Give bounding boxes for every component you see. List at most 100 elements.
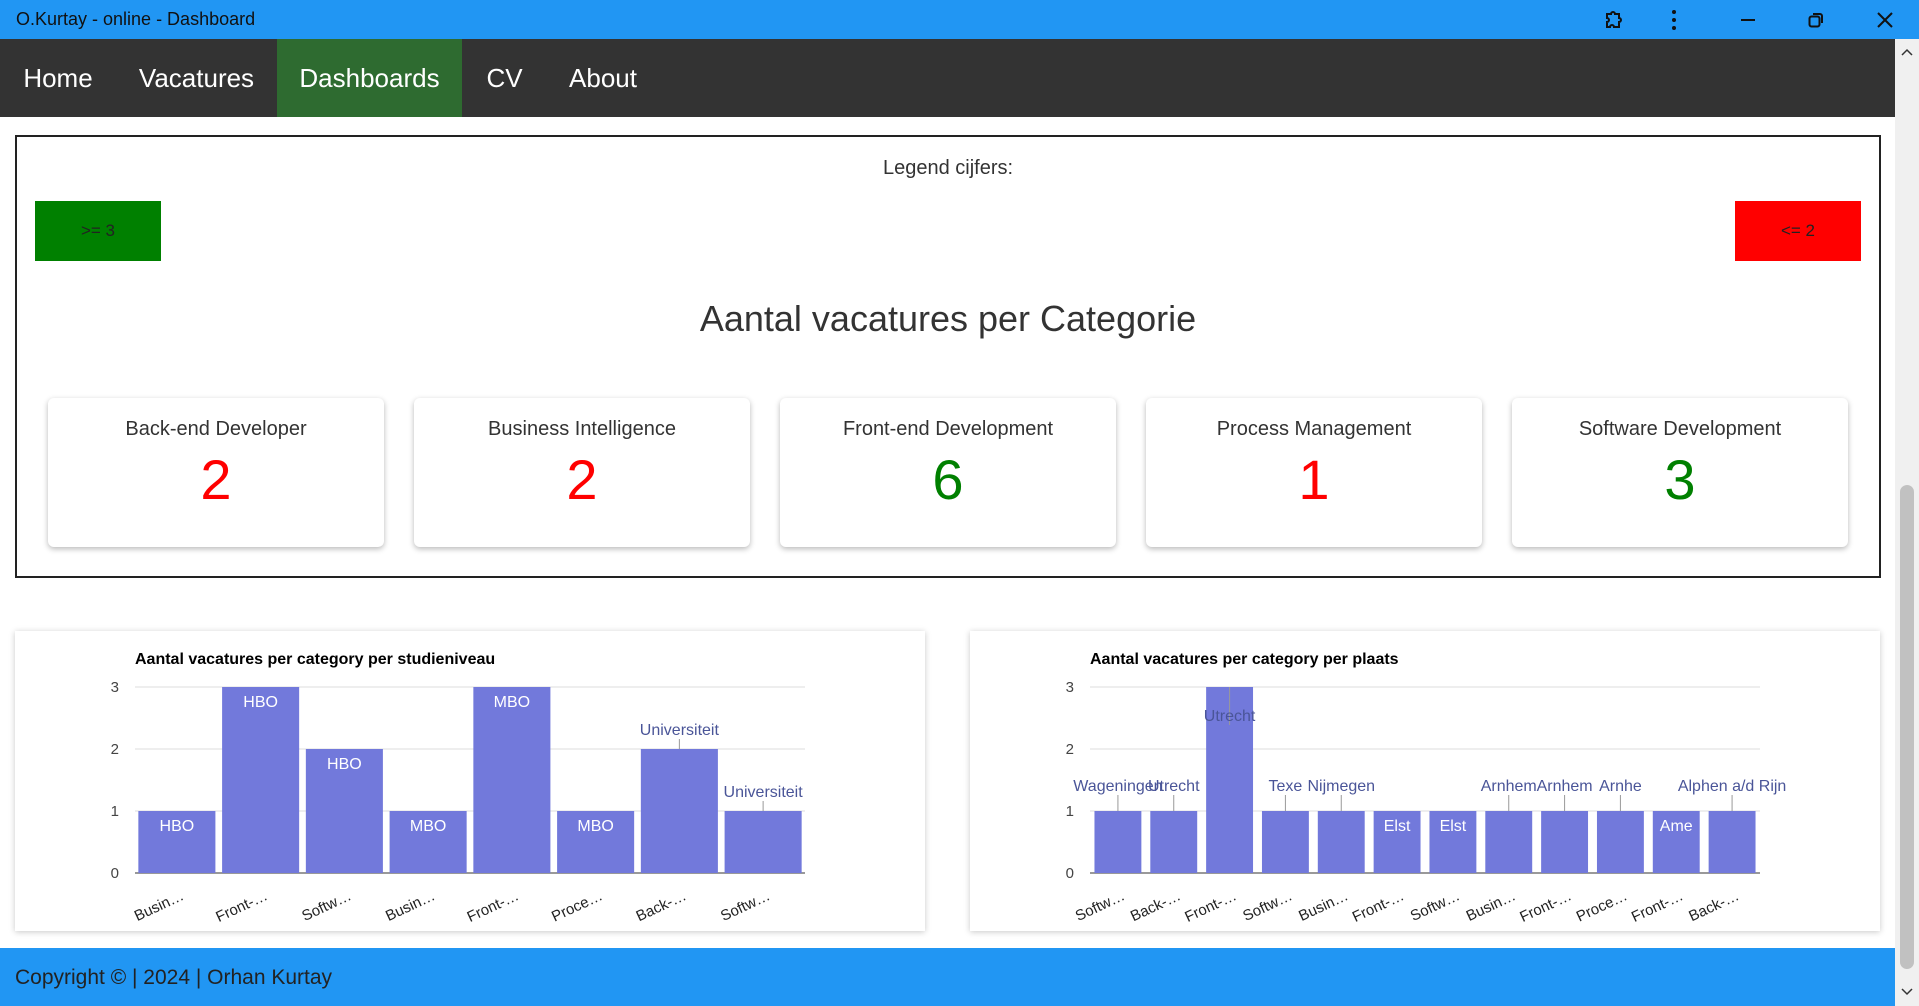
nav-about[interactable]: About — [547, 39, 659, 117]
page-footer: Copyright © | 2024 | Orhan Kurtay — [0, 948, 1895, 1006]
legend-high-chip: >= 3 — [35, 201, 161, 261]
bar-annotation: HBO — [327, 756, 362, 773]
chart-bar — [1150, 811, 1198, 873]
chart-bar — [1596, 811, 1644, 873]
y-tick-label: 1 — [1066, 803, 1074, 820]
x-tick-label: Softw… — [299, 887, 354, 925]
chart-bar — [1485, 811, 1533, 873]
x-tick-label: Busin… — [132, 887, 187, 925]
bar-annotation: MBO — [577, 818, 613, 835]
minimize-icon — [1741, 18, 1755, 21]
chart-title: Aantal vacatures per category per studie… — [135, 651, 495, 668]
legend-title: Legend cijfers: — [882, 157, 1014, 179]
category-count: 3 — [1664, 448, 1696, 511]
x-tick-label: Softw… — [1408, 887, 1463, 925]
x-tick-label: Proce… — [549, 887, 605, 925]
restore-icon — [1808, 12, 1823, 27]
category-name: Back-end Developer — [125, 418, 307, 440]
category-card: Front-end Development 6 — [780, 398, 1116, 547]
y-tick-label: 1 — [111, 803, 119, 820]
chart-studieniveau: Aantal vacatures per category per studie… — [111, 651, 805, 926]
x-tick-label: Softw… — [718, 887, 773, 925]
category-name: Process Management — [1216, 418, 1412, 440]
close-icon — [1877, 11, 1893, 28]
bar-annotation: Elst — [1440, 818, 1467, 835]
x-tick-label: Front-… — [213, 887, 270, 926]
window-titlebar: O.Kurtay - online - Dashboard — [0, 0, 1919, 39]
bar-annotation: Universiteit — [724, 784, 804, 801]
bar-annotation: MBO — [494, 694, 530, 711]
bar-annotation: Ame — [1660, 818, 1693, 835]
category-name: Front-end Development — [842, 418, 1054, 440]
x-tick-label: Busin… — [1464, 887, 1519, 925]
bar-annotation: Arnhe — [1599, 778, 1642, 795]
bar-annotation: Arnhem — [1537, 778, 1593, 795]
chart-bar — [1317, 811, 1365, 873]
x-tick-label: Front-… — [1517, 887, 1574, 926]
chart-plaats: Aantal vacatures per category per plaats… — [1066, 651, 1787, 926]
category-card: Back-end Developer 2 — [48, 398, 384, 547]
chart-bar — [222, 687, 300, 873]
y-tick-label: 2 — [1066, 741, 1074, 758]
bar-annotation: HBO — [243, 694, 278, 711]
page-scrollbar[interactable] — [1895, 39, 1919, 1006]
section-title: Aantal vacatures per Categorie — [699, 298, 1197, 339]
more-options-button[interactable] — [1644, 0, 1704, 39]
chart-bar — [473, 687, 551, 873]
chart-bar — [724, 811, 802, 873]
nav-cv[interactable]: CV — [462, 39, 547, 117]
x-tick-label: Front-… — [1182, 887, 1239, 926]
category-overview-panel: Legend cijfers: >= 3 <= 2 Aantal vacatur… — [15, 135, 1881, 578]
chart-plaats-card: Aantal vacatures per category per plaats… — [970, 631, 1880, 931]
y-tick-label: 0 — [1066, 865, 1074, 882]
scroll-up-icon[interactable] — [1901, 47, 1913, 57]
y-tick-label: 2 — [111, 741, 119, 758]
scrollbar-thumb[interactable] — [1900, 485, 1914, 969]
category-name: Software Development — [1578, 418, 1782, 440]
nav-about-label: About — [569, 62, 637, 93]
chart-bar — [1094, 811, 1142, 873]
nav-dashboards[interactable]: Dashboards — [277, 39, 462, 117]
x-tick-label: Back-… — [1128, 887, 1184, 925]
x-tick-label: Front-… — [1350, 887, 1407, 926]
extension-icon — [1606, 10, 1622, 28]
category-card: Software Development 3 — [1512, 398, 1848, 547]
nav-dashboards-label: Dashboards — [299, 62, 440, 93]
restore-button[interactable] — [1786, 0, 1846, 39]
bar-annotation: Arnhem — [1481, 778, 1537, 795]
category-name: Business Intelligence — [488, 418, 676, 440]
extension-button[interactable] — [1584, 0, 1644, 39]
category-count: 2 — [200, 448, 232, 511]
nav-vacatures[interactable]: Vacatures — [116, 39, 277, 117]
y-tick-label: 3 — [111, 679, 119, 696]
x-tick-label: Front-… — [1629, 887, 1686, 926]
bar-annotation: HBO — [160, 818, 195, 835]
category-count: 1 — [1298, 448, 1330, 511]
category-card: Business Intelligence 2 — [414, 398, 750, 547]
nav-home[interactable]: Home — [0, 39, 116, 117]
x-tick-label: Back-… — [1686, 887, 1742, 925]
x-tick-label: Busin… — [383, 887, 438, 925]
minimize-button[interactable] — [1718, 0, 1778, 39]
more-icon — [1672, 9, 1676, 30]
x-tick-label: Busin… — [1296, 887, 1351, 925]
nav-cv-label: CV — [486, 62, 523, 93]
chart-bar — [1261, 811, 1309, 873]
bar-annotation: Utrecht — [1148, 778, 1200, 795]
chart-bar — [1541, 811, 1589, 873]
bar-annotation: MBO — [410, 818, 446, 835]
legend-low-chip: <= 2 — [1735, 201, 1861, 261]
bar-annotation: Alphen a/d Rijn — [1678, 778, 1787, 795]
x-tick-label: Softw… — [1240, 887, 1295, 925]
y-tick-label: 0 — [111, 865, 119, 882]
scroll-down-icon[interactable] — [1901, 987, 1913, 997]
chart-bar — [1708, 811, 1756, 873]
x-tick-label: Front-… — [465, 887, 522, 926]
nav-vacatures-label: Vacatures — [138, 62, 255, 93]
main-navbar: Home Vacatures Dashboards CV About — [0, 39, 1895, 117]
chart-title: Aantal vacatures per category per plaats — [1090, 651, 1399, 668]
close-button[interactable] — [1855, 0, 1915, 39]
category-card: Process Management 1 — [1146, 398, 1482, 547]
footer-copyright: Copyright © | 2024 | Orhan Kurtay — [15, 966, 333, 989]
x-tick-label: Back-… — [634, 887, 690, 925]
